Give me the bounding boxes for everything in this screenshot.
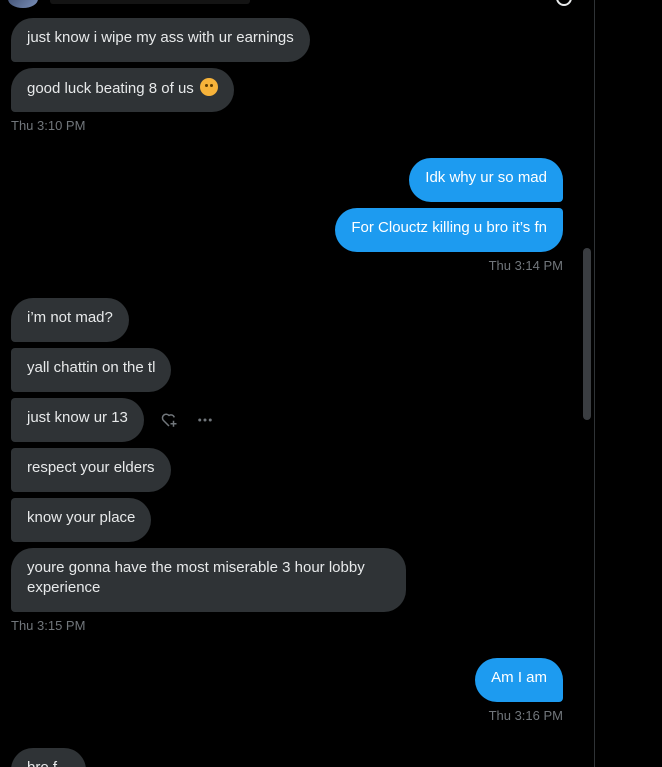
scrollbar-thumb[interactable] xyxy=(583,248,591,420)
message-text: Idk why ur so mad xyxy=(425,169,547,186)
message-bubble[interactable]: just know ur 13 xyxy=(11,398,144,442)
message-bubble[interactable]: yall chattin on the tl xyxy=(11,348,172,392)
message-bubble[interactable]: youre gonna have the most miserable 3 ho… xyxy=(11,548,406,612)
add-reaction-icon[interactable] xyxy=(160,411,178,429)
message-text: For Clouctz killing u bro it’s fn xyxy=(351,219,547,236)
message-bubble[interactable]: just know i wipe my ass with ur earnings xyxy=(11,18,310,62)
message-bubble[interactable]: know your place xyxy=(11,498,152,542)
message-text: bro f... xyxy=(27,759,70,767)
message-text: know your place xyxy=(27,509,136,526)
message-bubble[interactable]: Am I am xyxy=(475,658,563,702)
message-text: i’m not mad? xyxy=(27,309,113,326)
message-text: good luck beating 8 of us xyxy=(27,80,194,97)
message-timestamp: Thu 3:16 PM xyxy=(488,708,563,723)
message-bubble[interactable]: For Clouctz killing u bro it’s fn xyxy=(335,208,563,252)
message-bubble[interactable]: bro f... xyxy=(11,748,86,767)
smiling-face-with-hearts-icon xyxy=(199,78,218,96)
message-actions xyxy=(160,411,214,429)
side-panel xyxy=(595,0,662,767)
message-text: just know ur 13 xyxy=(27,409,128,426)
message-text: experience xyxy=(27,579,101,596)
message-timestamp: Thu 3:15 PM xyxy=(11,618,86,633)
message-bubble[interactable]: i’m not mad? xyxy=(11,298,129,342)
message-bubble[interactable]: good luck beating 8 of us xyxy=(11,68,234,112)
message-text: just know i wipe my ass with ur earnings xyxy=(27,29,294,46)
message-bubble[interactable]: Idk why ur so mad xyxy=(409,158,563,202)
message-bubble[interactable]: respect your elders xyxy=(11,448,171,492)
message-text: Am I am xyxy=(491,669,547,686)
message-text: yall chattin on the tl xyxy=(27,359,156,376)
more-options-icon[interactable] xyxy=(196,411,214,429)
message-timestamp: Thu 3:10 PM xyxy=(11,118,86,133)
message-text: youre gonna have the most miserable 3 ho… xyxy=(27,559,365,576)
message-text: respect your elders xyxy=(27,459,155,476)
message-timestamp: Thu 3:14 PM xyxy=(488,258,563,273)
message-list: just know i wipe my ass with ur earnings… xyxy=(0,0,580,767)
